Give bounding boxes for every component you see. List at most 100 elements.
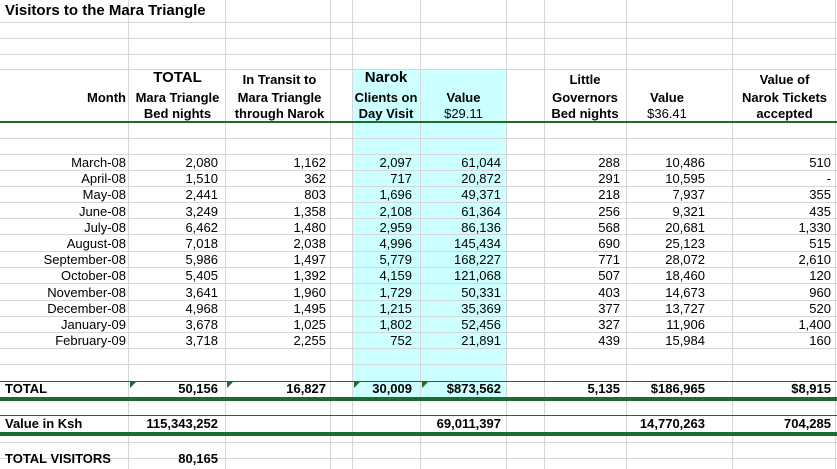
cell-narok-clients: 1,802 (379, 317, 412, 332)
ksh-lg-value: 14,770,263 (639, 416, 705, 431)
cell-tickets: 960 (809, 284, 831, 300)
cell-transit: 1,025 (293, 317, 326, 332)
cell-lg-beds: 291 (598, 171, 620, 187)
total-rule-top (0, 381, 837, 382)
gridline-horizontal (0, 458, 837, 459)
cell-lg-beds: 568 (598, 219, 620, 235)
cell-lg-value: 18,460 (665, 268, 705, 284)
cell-narok-value: 21,891 (461, 333, 501, 349)
cell-total-bed-nights: 3,678 (185, 317, 218, 332)
cell-lg-beds: 771 (598, 252, 620, 268)
cell-tickets: 1,400 (798, 317, 831, 332)
visitors-label: TOTAL VISITORS (5, 451, 111, 466)
cell-lg-value: 11,906 (666, 317, 705, 332)
cell-total-bed-nights: 7,018 (185, 236, 218, 251)
cell-total-bed-nights: 5,986 (185, 252, 218, 268)
cell-narok-clients: 4,996 (379, 236, 412, 251)
cell-total-bed-nights: 3,641 (185, 284, 218, 300)
cell-tickets: 120 (809, 268, 831, 284)
cell-tickets: 160 (809, 333, 831, 349)
cell-total-bed-nights: 3,249 (185, 203, 218, 219)
cell-transit: 1,358 (293, 203, 326, 219)
ksh-rule-bottom (0, 432, 837, 436)
cell-lg-beds: 256 (598, 203, 620, 219)
cell-total-bed-nights: 6,462 (185, 219, 218, 235)
header-mara-triangle: Mara Triangle (135, 90, 220, 105)
ksh-rule-top (0, 415, 837, 416)
cell-month: July-08 (84, 219, 126, 235)
cell-month: December-08 (47, 300, 126, 316)
header-through-narok: through Narok (234, 106, 325, 121)
gridline-horizontal (0, 442, 837, 443)
total-bed-nights: 50,156 (178, 381, 218, 396)
cell-month: November-08 (47, 284, 126, 300)
cell-lg-value: 25,123 (665, 236, 705, 251)
cell-narok-value: 86,136 (461, 219, 501, 235)
cell-narok-value: 61,044 (461, 155, 501, 170)
header-bed-nights: Bed nights (143, 106, 212, 121)
cell-lg-beds: 403 (598, 284, 620, 300)
cell-lg-value: 14,673 (665, 284, 705, 300)
header-narok: Narok (364, 69, 408, 86)
cell-transit: 1,162 (293, 155, 326, 170)
cell-narok-clients: 2,959 (379, 219, 412, 235)
header-accepted: accepted (756, 106, 813, 121)
ksh-tickets: 704,285 (784, 416, 831, 431)
cell-transit: 2,255 (293, 333, 326, 349)
cell-narok-clients: 1,696 (379, 187, 412, 203)
cell-total-bed-nights: 5,405 (185, 268, 218, 284)
cell-narok-clients: 752 (390, 333, 412, 349)
cell-lg-value: 9,321 (672, 203, 705, 219)
header-lg-value: Value (650, 90, 684, 105)
cell-narok-value: 35,369 (461, 300, 501, 316)
ksh-narok-value: 69,011,397 (436, 416, 501, 431)
header-governors: Governors (552, 90, 618, 105)
cell-tickets: - (826, 171, 831, 187)
cell-transit: 1,392 (293, 268, 326, 284)
total-transit: 16,827 (286, 381, 326, 396)
cell-month: February-09 (55, 333, 126, 349)
total-rule-bottom (0, 397, 837, 401)
cell-lg-value: 15,984 (665, 333, 705, 349)
ksh-total: 115,343,252 (146, 416, 218, 431)
gridline-horizontal (0, 38, 837, 39)
gridline-horizontal (0, 138, 837, 139)
cell-narok-value: 145,434 (454, 236, 501, 251)
cell-tickets: 435 (809, 203, 831, 219)
cell-narok-clients: 2,097 (379, 155, 412, 170)
spreadsheet: Visitors to the Mara Triangle TOTAL In T… (0, 0, 837, 469)
cell-month: March-08 (71, 155, 126, 170)
cell-narok-value: 50,331 (461, 284, 501, 300)
cell-narok-clients: 4,159 (379, 268, 412, 284)
cell-narok-value: 52,456 (461, 317, 501, 332)
cell-total-bed-nights: 4,968 (185, 300, 218, 316)
header-narok-value: Value (446, 90, 481, 105)
total-narok-clients: 30,009 (372, 381, 412, 396)
cell-lg-value: 10,486 (665, 155, 705, 170)
cell-month: January-09 (60, 317, 126, 332)
header-lg-rate: $36.41 (647, 106, 687, 121)
cell-lg-beds: 327 (598, 317, 620, 332)
cell-lg-beds: 690 (598, 236, 620, 251)
cell-month: April-08 (81, 171, 126, 187)
cell-tickets: 520 (809, 300, 831, 316)
cell-month: September-08 (43, 252, 126, 268)
cell-tickets: 355 (809, 187, 831, 203)
visitors-value: 80,165 (178, 451, 218, 466)
header-value-of: Value of (759, 72, 810, 87)
cell-tickets: 510 (809, 155, 831, 170)
cell-transit: 1,495 (293, 300, 326, 316)
cell-lg-beds: 218 (598, 187, 620, 203)
cell-total-bed-nights: 2,080 (185, 155, 218, 170)
cell-narok-clients: 1,215 (379, 300, 412, 316)
header-day-visit: Day Visit (358, 106, 414, 121)
cell-total-bed-nights: 2,441 (185, 187, 218, 203)
header-little: Little (569, 72, 601, 87)
cell-lg-beds: 288 (598, 155, 620, 170)
header-month: Month (87, 90, 126, 105)
cell-month: June-08 (79, 203, 126, 219)
header-narok-rate: $29.11 (444, 106, 483, 121)
cell-narok-clients: 5,779 (379, 252, 412, 268)
header-clients-on: Clients on (354, 90, 418, 105)
cell-lg-value: 28,072 (665, 252, 705, 268)
